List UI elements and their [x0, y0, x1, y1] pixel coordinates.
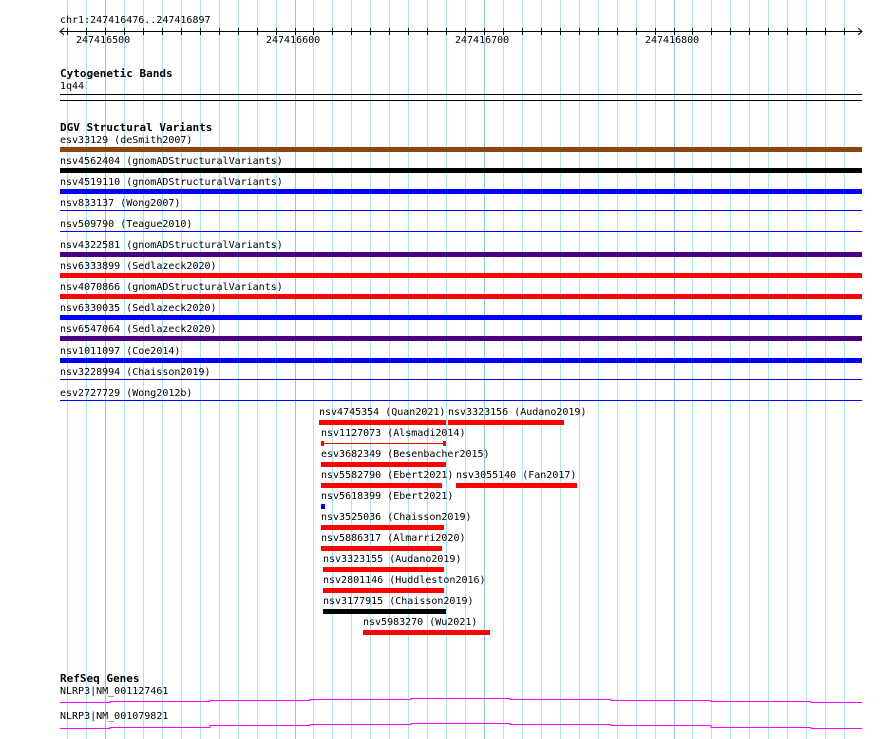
- grid-line: [257, 0, 258, 739]
- variant-label[interactable]: nsv6330035 (Sedlazeck2020): [60, 303, 217, 314]
- variant-label[interactable]: nsv3055140 (Fan2017): [456, 470, 576, 481]
- grid-line: [427, 0, 428, 739]
- variant-label[interactable]: nsv4322581 (gnomADStructuralVariants): [60, 240, 283, 251]
- variant-label[interactable]: esv2727729 (Wong2012b): [60, 388, 192, 399]
- grid-line: [313, 0, 314, 739]
- variant-feature[interactable]: [319, 420, 446, 425]
- grid-line: [295, 0, 296, 739]
- grid-line: [446, 0, 447, 739]
- grid-line: [503, 0, 504, 739]
- grid-line: [711, 0, 712, 739]
- grid-line: [844, 0, 845, 739]
- variant-label[interactable]: nsv4745354 (Quan2021): [319, 407, 445, 418]
- refseq-genes: [60, 698, 862, 729]
- grid-line: [598, 0, 599, 739]
- grid-line: [522, 0, 523, 739]
- grid-line: [768, 0, 769, 739]
- grid-line: [408, 0, 409, 739]
- grid-line: [655, 0, 656, 739]
- variant-feature[interactable]: [321, 504, 325, 509]
- variant-feature[interactable]: [456, 483, 577, 488]
- variant-label[interactable]: nsv3177915 (Chaisson2019): [323, 596, 474, 607]
- variant-feature[interactable]: [323, 588, 444, 593]
- variant-feature[interactable]: [60, 358, 862, 363]
- variant-label[interactable]: nsv509790 (Teague2010): [60, 219, 192, 230]
- variant-label[interactable]: nsv3323155 (Audano2019): [323, 554, 461, 565]
- variant-feature[interactable]: [60, 168, 862, 173]
- variant-feature[interactable]: [60, 231, 862, 232]
- track-title-dgv: DGV Structural Variants: [60, 121, 213, 134]
- grid-line: [370, 0, 371, 739]
- variant-label[interactable]: nsv1011097 (Coe2014): [60, 346, 180, 357]
- variant-feature[interactable]: [60, 210, 862, 211]
- variant-label[interactable]: nsv4070866 (gnomADStructuralVariants): [60, 282, 283, 293]
- ruler-tick-label: 247416700: [455, 35, 510, 46]
- grid-line: [389, 0, 390, 739]
- ruler[interactable]: [0, 0, 890, 50]
- variant-label[interactable]: nsv6333899 (Sedlazeck2020): [60, 261, 217, 272]
- cytoband-label: 1q44: [60, 81, 85, 92]
- variant-label[interactable]: esv33129 (deSmith2007): [60, 135, 192, 146]
- grid-line: [617, 0, 618, 739]
- track-divider: [60, 100, 862, 101]
- variant-feature[interactable]: [321, 546, 442, 551]
- variant-feature[interactable]: [60, 252, 862, 257]
- gene-feature[interactable]: [60, 698, 862, 703]
- grid-line: [825, 0, 826, 739]
- grid-line: [465, 0, 466, 739]
- grid-line: [351, 0, 352, 739]
- grid-line: [730, 0, 731, 739]
- variant-label[interactable]: nsv5582790 (Ebert2021): [321, 470, 453, 481]
- grid-line: [560, 0, 561, 739]
- variant-label[interactable]: nsv4519110 (gnomADStructuralVariants): [60, 177, 283, 188]
- ruler-tick-label: 247416800: [645, 35, 700, 46]
- variant-label[interactable]: nsv5983270 (Wu2021): [363, 617, 477, 628]
- variant-label[interactable]: nsv3323156 (Audano2019): [448, 407, 586, 418]
- variant-label[interactable]: nsv2801146 (Huddleston2016): [323, 575, 486, 586]
- variant-label[interactable]: nsv4562404 (gnomADStructuralVariants): [60, 156, 283, 167]
- variant-label[interactable]: nsv3525036 (Chaisson2019): [321, 512, 472, 523]
- grid-line: [484, 0, 485, 739]
- ruler-tick-label: 247416500: [76, 35, 131, 46]
- variant-label[interactable]: nsv5886317 (Almarri2020): [321, 533, 466, 544]
- grid-line: [749, 0, 750, 739]
- variant-label[interactable]: nsv1127073 (Alsmadi2014): [321, 428, 466, 439]
- grid-line: [674, 0, 675, 739]
- variant-feature[interactable]: [60, 189, 862, 194]
- grid-line: [692, 0, 693, 739]
- variant-feature[interactable]: [60, 294, 862, 299]
- variant-feature[interactable]: [60, 379, 862, 380]
- variant-feature[interactable]: [363, 630, 490, 635]
- grid-line: [787, 0, 788, 739]
- variant-feature[interactable]: [321, 441, 446, 446]
- variant-feature[interactable]: [60, 400, 862, 401]
- variant-label[interactable]: nsv833137 (Wong2007): [60, 198, 180, 209]
- variant-label[interactable]: nsv6547064 (Sedlazeck2020): [60, 324, 217, 335]
- variant-feature[interactable]: [321, 483, 442, 488]
- variant-feature[interactable]: [60, 315, 862, 320]
- ruler-tick-label: 247416600: [266, 35, 321, 46]
- variant-feature[interactable]: [448, 420, 564, 425]
- variant-feature[interactable]: [60, 147, 862, 152]
- variant-feature[interactable]: [323, 567, 444, 572]
- grid-line: [806, 0, 807, 739]
- variant-feature[interactable]: [321, 462, 446, 467]
- variant-label[interactable]: nsv5618399 (Ebert2021): [321, 491, 453, 502]
- grid-line: [332, 0, 333, 739]
- grid-line: [238, 0, 239, 739]
- variant-label[interactable]: nsv3228994 (Chaisson2019): [60, 367, 211, 378]
- variant-feature[interactable]: [323, 609, 446, 614]
- track-title-cytogenetic-bands: Cytogenetic Bands: [60, 67, 173, 80]
- grid-line: [579, 0, 580, 739]
- grid-line: [219, 0, 220, 739]
- variant-label[interactable]: esv3682349 (Besenbacher2015): [321, 449, 490, 460]
- variant-feature[interactable]: [60, 336, 862, 341]
- grid-line: [276, 0, 277, 739]
- grid-line: [636, 0, 637, 739]
- grid-line: [541, 0, 542, 739]
- gene-feature[interactable]: [60, 723, 862, 729]
- variant-feature[interactable]: [321, 525, 444, 530]
- variant-feature[interactable]: [60, 273, 862, 278]
- cytoband-line: [60, 94, 862, 95]
